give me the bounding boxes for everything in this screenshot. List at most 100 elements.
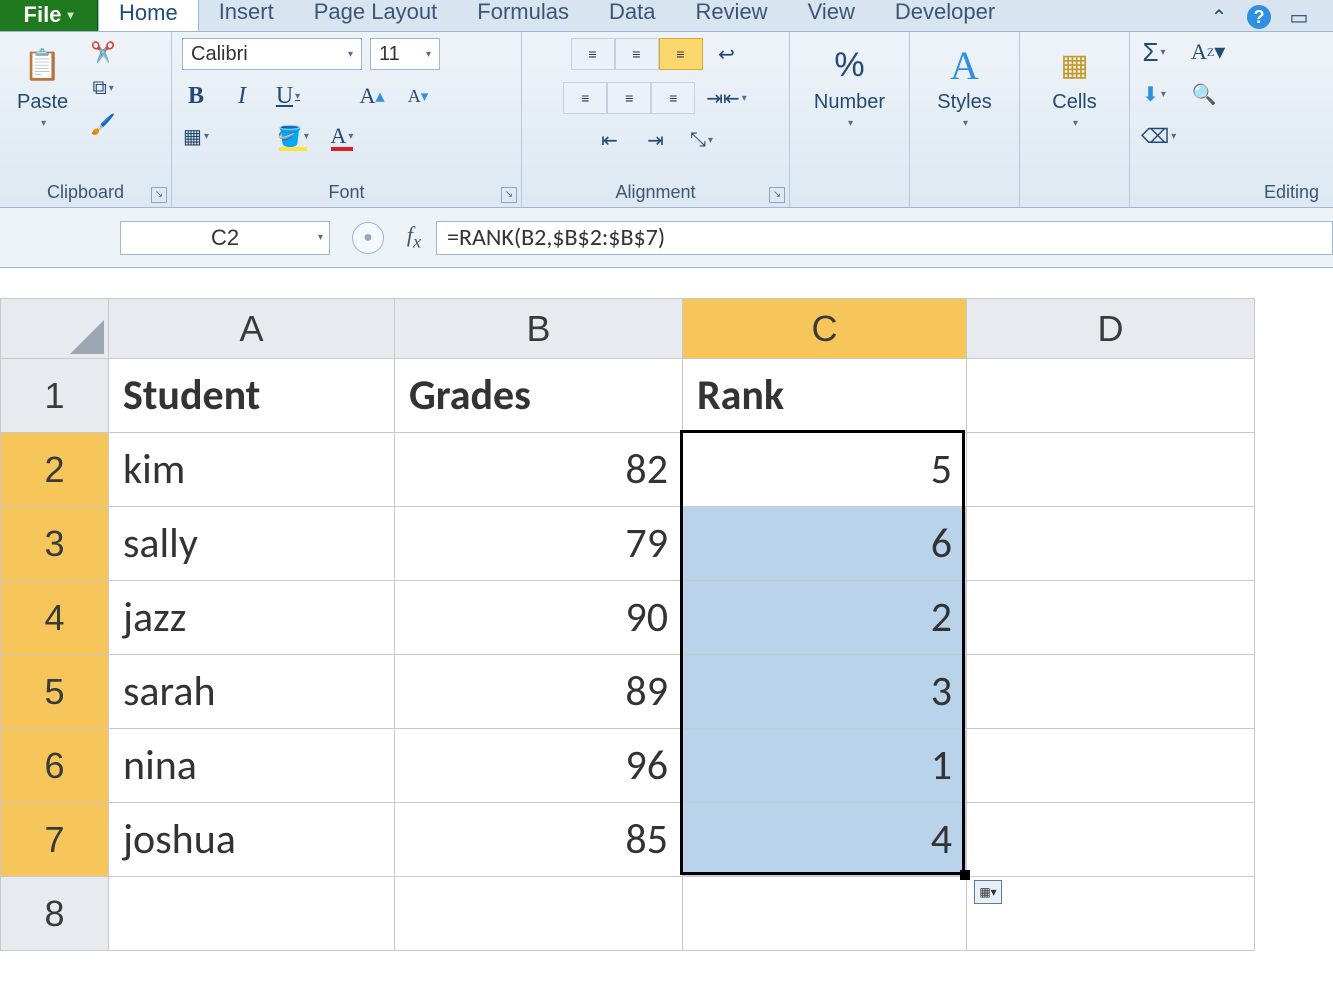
dialog-launcher-icon[interactable]: ↘ <box>151 187 167 203</box>
cell-C7[interactable]: 4 <box>683 803 967 877</box>
row-header-1[interactable]: 1 <box>1 359 109 433</box>
cell-C1[interactable]: Rank <box>683 359 967 433</box>
row-header-6[interactable]: 6 <box>1 729 109 803</box>
cell-D1[interactable] <box>967 359 1255 433</box>
font-color-button[interactable]: A▾ <box>328 122 356 150</box>
dialog-launcher-icon[interactable]: ↘ <box>501 187 517 203</box>
col-header-B[interactable]: B <box>395 299 683 359</box>
cell-D4[interactable] <box>967 581 1255 655</box>
styles-button[interactable]: A Styles ▾ <box>920 38 1009 134</box>
window-restore-icon[interactable]: ▭ <box>1285 3 1313 31</box>
italic-button[interactable]: I <box>228 82 256 110</box>
decrease-indent-button[interactable]: ⇤ <box>596 126 624 154</box>
cell-A6[interactable]: nina <box>109 729 395 803</box>
col-header-C[interactable]: C <box>683 299 967 359</box>
cell-D3[interactable] <box>967 507 1255 581</box>
underline-button[interactable]: U▾ <box>274 82 302 110</box>
cell-D5[interactable] <box>967 655 1255 729</box>
tab-page-layout[interactable]: Page Layout <box>294 0 458 31</box>
cell-B3[interactable]: 79 <box>395 507 683 581</box>
cell-B5[interactable]: 89 <box>395 655 683 729</box>
row-header-8[interactable]: 8 <box>1 877 109 951</box>
cell-A5[interactable]: sarah <box>109 655 395 729</box>
autofill-options-button[interactable]: ▦▾ <box>974 880 1002 904</box>
cell-A1[interactable]: Student <box>109 359 395 433</box>
tab-developer[interactable]: Developer <box>875 0 1015 31</box>
col-header-D[interactable]: D <box>967 299 1255 359</box>
cell-B7[interactable]: 85 <box>395 803 683 877</box>
fill-color-button[interactable]: 🪣▾ <box>276 122 310 150</box>
clear-button[interactable]: ⌫▾ <box>1140 122 1177 150</box>
help-icon[interactable]: ? <box>1247 5 1271 29</box>
cell-A3[interactable]: sally <box>109 507 395 581</box>
cell-B6[interactable]: 96 <box>395 729 683 803</box>
borders-button[interactable]: ▦▾ <box>182 122 210 150</box>
fx-icon[interactable]: fx <box>392 222 436 252</box>
cell-D8[interactable] <box>967 877 1255 951</box>
insert-function-button[interactable]: ● <box>352 222 384 254</box>
row-header-2[interactable]: 2 <box>1 433 109 507</box>
cell-B4[interactable]: 90 <box>395 581 683 655</box>
ribbon-minimize-icon[interactable]: ⌃ <box>1205 3 1233 31</box>
align-left-button[interactable]: ≡ <box>563 82 607 114</box>
cell-A7[interactable]: joshua <box>109 803 395 877</box>
row-header-5[interactable]: 5 <box>1 655 109 729</box>
orientation-button[interactable]: ⤡▾ <box>688 126 716 154</box>
row-header-4[interactable]: 4 <box>1 581 109 655</box>
formula-input[interactable]: =RANK(B2,$B$2:$B$7) <box>436 221 1333 255</box>
col-header-A[interactable]: A <box>109 299 395 359</box>
align-right-button[interactable]: ≡ <box>651 82 695 114</box>
wrap-text-button[interactable]: ↩︎ <box>713 40 741 68</box>
name-box[interactable]: C2 ▾ <box>120 221 330 255</box>
cell-B8[interactable] <box>395 877 683 951</box>
shrink-font-button[interactable]: A▾ <box>404 82 432 110</box>
cell-C6[interactable]: 1 <box>683 729 967 803</box>
cell-C5[interactable]: 3 <box>683 655 967 729</box>
cell-B1[interactable]: Grades <box>395 359 683 433</box>
align-top-button[interactable]: ≡ <box>571 38 615 70</box>
row-header-3[interactable]: 3 <box>1 507 109 581</box>
align-center-button[interactable]: ≡ <box>607 82 651 114</box>
dialog-launcher-icon[interactable]: ↘ <box>769 187 785 203</box>
file-tab[interactable]: File ▾ <box>0 0 98 31</box>
font-name-select[interactable]: Calibri ▾ <box>182 38 362 70</box>
cells-button[interactable]: ▦ Cells ▾ <box>1030 38 1119 134</box>
row-header-7[interactable]: 7 <box>1 803 109 877</box>
fill-handle[interactable] <box>960 870 970 880</box>
format-painter-icon[interactable]: 🖌️ <box>89 110 117 138</box>
cell-A8[interactable] <box>109 877 395 951</box>
cut-icon[interactable]: ✂️ <box>89 38 117 66</box>
cell-B2[interactable]: 82 <box>395 433 683 507</box>
select-all-corner[interactable] <box>1 299 109 359</box>
font-size-select[interactable]: 11 ▾ <box>370 38 440 70</box>
tab-data[interactable]: Data <box>589 0 675 31</box>
autosum-button[interactable]: Σ▾ <box>1140 38 1168 66</box>
cell-C3[interactable]: 6 <box>683 507 967 581</box>
merge-center-button[interactable]: ⇥⇤▾ <box>705 84 748 112</box>
cell-C2[interactable]: 5 <box>683 433 967 507</box>
tab-review[interactable]: Review <box>675 0 787 31</box>
cell-A4[interactable]: jazz <box>109 581 395 655</box>
tab-formulas[interactable]: Formulas <box>457 0 589 31</box>
increase-indent-button[interactable]: ⇥ <box>642 126 670 154</box>
number-format-button[interactable]: % Number ▾ <box>800 38 899 134</box>
tab-view[interactable]: View <box>788 0 875 31</box>
find-select-button[interactable]: 🔍 <box>1190 80 1218 108</box>
cell-A2[interactable]: kim <box>109 433 395 507</box>
copy-icon[interactable]: ⧉▾ <box>89 74 117 102</box>
sort-filter-button[interactable]: AZ▾ <box>1190 38 1226 66</box>
tab-insert[interactable]: Insert <box>199 0 294 31</box>
align-bottom-button[interactable]: ≡ <box>659 38 703 70</box>
paste-button[interactable]: 📋 Paste ▾ <box>10 38 75 134</box>
cell-C8[interactable] <box>683 877 967 951</box>
cell-D6[interactable] <box>967 729 1255 803</box>
fill-button[interactable]: ⬇▾ <box>1140 80 1168 108</box>
grow-font-button[interactable]: A▴ <box>358 82 386 110</box>
bold-button[interactable]: B <box>182 82 210 110</box>
cells-grid[interactable]: ABCD1StudentGradesRank2kim8253sally7964j… <box>0 298 1255 951</box>
cell-D2[interactable] <box>967 433 1255 507</box>
cell-D7[interactable] <box>967 803 1255 877</box>
tab-home[interactable]: Home <box>98 0 199 31</box>
align-middle-button[interactable]: ≡ <box>615 38 659 70</box>
cell-C4[interactable]: 2 <box>683 581 967 655</box>
